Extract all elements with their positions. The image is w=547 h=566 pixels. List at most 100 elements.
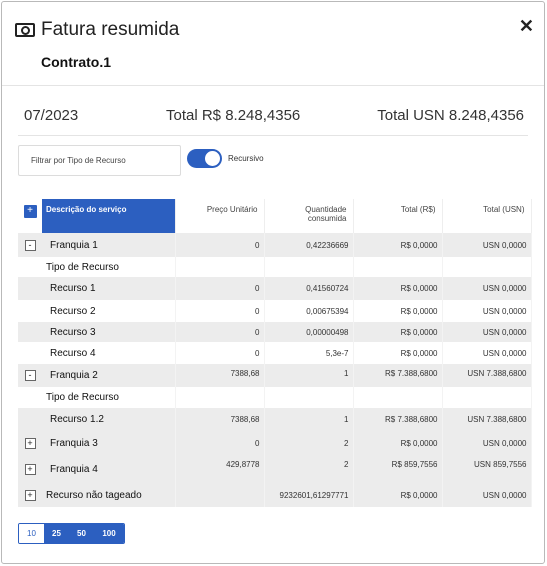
column-header-quantity[interactable]: Quantidade consumida — [264, 199, 354, 233]
empty-cell — [175, 257, 265, 277]
total-brl-cell: R$ 0,0000 — [353, 322, 443, 342]
empty-cell — [353, 257, 443, 277]
unit-price-cell: 7388,68 — [175, 364, 265, 387]
quantity-cell: 1 — [264, 364, 354, 387]
empty-cell — [442, 387, 532, 408]
description-cell: Recurso não tageado — [42, 483, 176, 507]
resource-row: Recurso 3 0 0,00000498 R$ 0,0000 USN 0,0000 — [18, 322, 532, 342]
empty-cell — [264, 257, 354, 277]
total-usn-cell: USN 7.388,6800 — [442, 408, 532, 431]
expander-cell: + — [18, 431, 42, 455]
expand-all-button[interactable]: + — [18, 199, 42, 233]
quantity-cell: 0,42236669 — [264, 233, 354, 257]
total-brl-cell: R$ 859,7556 — [353, 455, 443, 483]
resource-row: Recurso 1 0 0,41560724 R$ 0,0000 USN 0,0000 — [18, 277, 532, 300]
description-cell: Recurso 1 — [42, 277, 176, 300]
total-usn-cell: USN 0,0000 — [442, 431, 532, 455]
description-cell: Franquia 2 — [42, 364, 176, 387]
expander-cell — [18, 277, 42, 300]
expander-cell: + — [18, 455, 42, 483]
description-cell: Tipo de Recurso — [42, 257, 176, 277]
expander-cell: - — [18, 364, 42, 387]
quantity-cell: 1 — [264, 408, 354, 431]
empty-cell — [264, 387, 354, 408]
period-label: 07/2023 — [24, 107, 79, 124]
total-brl: Total R$ 8.248,4356 — [166, 107, 301, 124]
divider — [2, 85, 544, 86]
recursive-toggle-label: Recursivo — [228, 154, 264, 163]
total-brl-cell: R$ 0,0000 — [353, 277, 443, 300]
total-brl-cell: R$ 0,0000 — [353, 342, 443, 364]
collapse-button[interactable]: - — [24, 370, 36, 381]
section-label-row: Tipo de Recurso — [18, 257, 532, 277]
franchise-row: - Franquia 1 0 0,42236669 R$ 0,0000 USN 0,000… — [18, 233, 532, 257]
total-brl-cell: R$ 0,0000 — [353, 431, 443, 455]
page-size-selector: 10 25 50 100 — [18, 523, 125, 544]
total-brl-cell: R$ 7.388,6800 — [353, 408, 443, 431]
unit-price-cell: 0 — [175, 342, 265, 364]
contract-name: Contrato.1 — [41, 54, 111, 70]
recursive-toggle[interactable] — [187, 149, 222, 168]
description-cell: Franquia 4 — [42, 455, 176, 483]
total-usn-cell: USN 0,0000 — [442, 300, 532, 322]
expand-button[interactable]: + — [24, 463, 36, 475]
total-brl-cell: R$ 0,0000 — [353, 483, 443, 507]
close-button[interactable]: ✕ — [519, 16, 534, 37]
expander-cell: + — [18, 483, 42, 507]
unit-price-cell — [175, 483, 265, 507]
description-cell: Recurso 3 — [42, 322, 176, 342]
total-usn-cell: USN 0,0000 — [442, 277, 532, 300]
empty-cell — [442, 257, 532, 277]
expander-cell — [18, 300, 42, 322]
expand-button[interactable]: + — [24, 437, 36, 449]
unit-price-cell: 0 — [175, 322, 265, 342]
column-header-description[interactable]: Descrição do serviço — [42, 199, 176, 233]
description-cell: Recurso 2 — [42, 300, 176, 322]
page-size-100[interactable]: 100 — [94, 524, 124, 543]
resource-row: Recurso 1.2 7388,68 1 R$ 7.388,6800 USN 7.38… — [18, 408, 532, 431]
expand-button[interactable]: + — [24, 489, 36, 501]
invoice-summary-dialog: Fatura resumida ✕ Contrato.1 07/2023 Tot… — [1, 1, 545, 564]
description-cell: Recurso 4 — [42, 342, 176, 364]
total-brl-cell: R$ 0,0000 — [353, 233, 443, 257]
money-icon — [15, 23, 35, 37]
unit-price-cell: 0 — [175, 431, 265, 455]
empty-cell — [353, 387, 443, 408]
description-cell: Recurso 1.2 — [42, 408, 176, 431]
description-cell: Franquia 3 — [42, 431, 176, 455]
table-body: - Franquia 1 0 0,42236669 R$ 0,0000 USN 0,000… — [18, 233, 532, 507]
quantity-cell: 2 — [264, 455, 354, 483]
collapse-button[interactable]: - — [24, 239, 36, 251]
total-usn-cell: USN 0,0000 — [442, 233, 532, 257]
quantity-cell: 0,41560724 — [264, 277, 354, 300]
quantity-cell: 0,00675394 — [264, 300, 354, 322]
unit-price-cell: 0 — [175, 277, 265, 300]
total-usn-cell: USN 7.388,6800 — [442, 364, 532, 387]
expander-cell — [18, 408, 42, 431]
unit-price-cell: 0 — [175, 300, 265, 322]
total-brl-cell: R$ 7.388,6800 — [353, 364, 443, 387]
page-size-10[interactable]: 10 — [19, 524, 44, 543]
column-header-total-usn[interactable]: Total (USN) — [442, 199, 532, 233]
franchise-row: - Franquia 2 7388,68 1 R$ 7.388,6800 USN 7.38… — [18, 364, 532, 387]
expander-cell: - — [18, 233, 42, 257]
column-header-total-brl[interactable]: Total (R$) — [353, 199, 443, 233]
invoice-table: + Descrição do serviço Preço Unitário Qu… — [18, 199, 532, 507]
total-brl-cell: R$ 0,0000 — [353, 300, 443, 322]
franchise-row: + Franquia 4 429,8778 2 R$ 859,7556 USN 859,7… — [18, 455, 532, 483]
unit-price-cell: 429,8778 — [175, 455, 265, 483]
description-cell: Franquia 1 — [42, 233, 176, 257]
section-label-row: Tipo de Recurso — [18, 387, 532, 408]
dialog-title: Fatura resumida — [41, 19, 180, 40]
quantity-cell: 0,00000498 — [264, 322, 354, 342]
quantity-cell: 2 — [264, 431, 354, 455]
total-usn: Total USN 8.248,4356 — [377, 107, 524, 124]
expander-cell — [18, 322, 42, 342]
total-usn-cell: USN 0,0000 — [442, 483, 532, 507]
resource-type-filter-input[interactable]: Filtrar por Tipo de Recurso — [18, 145, 181, 176]
expander-cell — [18, 342, 42, 364]
resource-row: Recurso 2 0 0,00675394 R$ 0,0000 USN 0,0000 — [18, 300, 532, 322]
page-size-50[interactable]: 50 — [69, 524, 94, 543]
page-size-25[interactable]: 25 — [44, 524, 69, 543]
column-header-unit-price[interactable]: Preço Unitário — [175, 199, 265, 233]
